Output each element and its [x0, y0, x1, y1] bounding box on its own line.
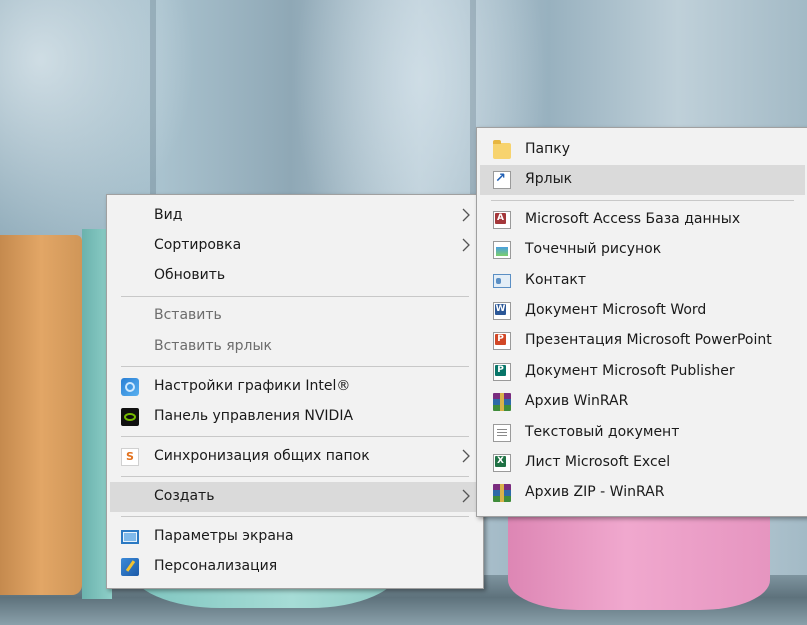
submenu-item-label: Точечный рисунок — [525, 241, 662, 257]
menu-item-label: Персонализация — [154, 558, 278, 574]
access-database-icon — [493, 211, 511, 229]
text-document-icon — [493, 424, 511, 442]
submenu-item-label: Документ Microsoft Publisher — [525, 363, 735, 379]
submenu-item-label: Папку — [525, 141, 571, 157]
submenu-item-winrar-archive[interactable]: Архив WinRAR — [480, 387, 805, 417]
submenu-item-label: Текстовый документ — [525, 424, 680, 440]
desktop-context-menu: Вид Сортировка Обновить Вставить Вставит… — [106, 194, 484, 589]
menu-separator — [121, 436, 469, 437]
menu-item-refresh[interactable]: Обновить — [110, 261, 480, 291]
menu-item-label: Панель управления NVIDIA — [154, 408, 354, 424]
word-document-icon — [493, 302, 511, 320]
menu-item-sync-shared-folders[interactable]: Синхронизация общих папок — [110, 442, 480, 472]
folder-icon — [493, 140, 511, 159]
submenu-item-bitmap-image[interactable]: Точечный рисунок — [480, 235, 805, 265]
personalization-icon — [121, 558, 139, 576]
submenu-item-label: Архив WinRAR — [525, 393, 629, 409]
menu-separator — [121, 296, 469, 297]
submenu-item-label: Документ Microsoft Word — [525, 302, 707, 318]
submenu-item-label: Microsoft Access База данных — [525, 211, 741, 227]
menu-item-create-new[interactable]: Создать — [110, 482, 480, 512]
menu-item-label: Настройки графики Intel® — [154, 378, 351, 394]
submenu-item-powerpoint-presentation[interactable]: Презентация Microsoft PowerPoint — [480, 326, 805, 356]
submenu-item-label: Архив ZIP - WinRAR — [525, 484, 665, 500]
submenu-item-publisher-document[interactable]: Документ Microsoft Publisher — [480, 357, 805, 387]
publisher-document-icon — [493, 363, 511, 381]
submenu-item-folder[interactable]: Папку — [480, 135, 805, 165]
submenu-item-label: Ярлык — [525, 171, 573, 187]
menu-separator — [121, 366, 469, 367]
menu-separator — [121, 516, 469, 517]
zip-archive-icon — [493, 484, 511, 502]
menu-item-label: Сортировка — [154, 237, 242, 253]
submenu-item-access-database[interactable]: Microsoft Access База данных — [480, 205, 805, 235]
submenu-item-word-document[interactable]: Документ Microsoft Word — [480, 296, 805, 326]
menu-item-label: Обновить — [154, 267, 226, 283]
menu-item-display-settings[interactable]: Параметры экрана — [110, 522, 480, 552]
bitmap-image-icon — [493, 241, 511, 259]
winrar-archive-icon — [493, 393, 511, 411]
excel-sheet-icon — [493, 454, 511, 472]
menu-item-label: Синхронизация общих папок — [154, 448, 370, 464]
nvidia-icon — [121, 408, 139, 426]
menu-item-label: Вставить — [154, 307, 222, 323]
menu-item-view[interactable]: Вид — [110, 201, 480, 231]
menu-item-personalization[interactable]: Персонализация — [110, 552, 480, 582]
menu-item-label: Параметры экрана — [154, 528, 294, 544]
wallpaper-orange-pot — [0, 235, 82, 595]
menu-item-paste-shortcut: Вставить ярлык — [110, 332, 480, 362]
menu-item-nvidia-control-panel[interactable]: Панель управления NVIDIA — [110, 402, 480, 432]
submenu-item-zip-archive[interactable]: Архив ZIP - WinRAR — [480, 478, 805, 508]
display-settings-icon — [121, 530, 139, 544]
menu-item-paste: Вставить — [110, 301, 480, 331]
submenu-item-excel-sheet[interactable]: Лист Microsoft Excel — [480, 448, 805, 478]
menu-separator — [491, 200, 794, 201]
chevron-right-icon — [462, 449, 470, 463]
intel-graphics-icon — [121, 378, 139, 396]
create-new-submenu: Папку Ярлык Microsoft Access База данных… — [476, 127, 807, 517]
submenu-item-label: Контакт — [525, 272, 587, 288]
submenu-item-shortcut[interactable]: Ярлык — [480, 165, 805, 195]
submenu-item-text-document[interactable]: Текстовый документ — [480, 418, 805, 448]
powerpoint-presentation-icon — [493, 332, 511, 350]
sync-folders-icon — [121, 448, 139, 466]
menu-separator — [121, 476, 469, 477]
submenu-item-label: Лист Microsoft Excel — [525, 454, 671, 470]
menu-item-intel-graphics[interactable]: Настройки графики Intel® — [110, 372, 480, 402]
menu-item-label: Вставить ярлык — [154, 338, 273, 354]
contact-icon — [493, 274, 511, 288]
shortcut-icon — [493, 171, 511, 189]
submenu-item-label: Презентация Microsoft PowerPoint — [525, 332, 772, 348]
menu-item-sort[interactable]: Сортировка — [110, 231, 480, 261]
menu-item-label: Создать — [154, 488, 215, 504]
chevron-right-icon — [462, 238, 470, 252]
chevron-right-icon — [462, 489, 470, 503]
menu-item-label: Вид — [154, 207, 183, 223]
chevron-right-icon — [462, 208, 470, 222]
submenu-item-contact[interactable]: Контакт — [480, 266, 805, 296]
